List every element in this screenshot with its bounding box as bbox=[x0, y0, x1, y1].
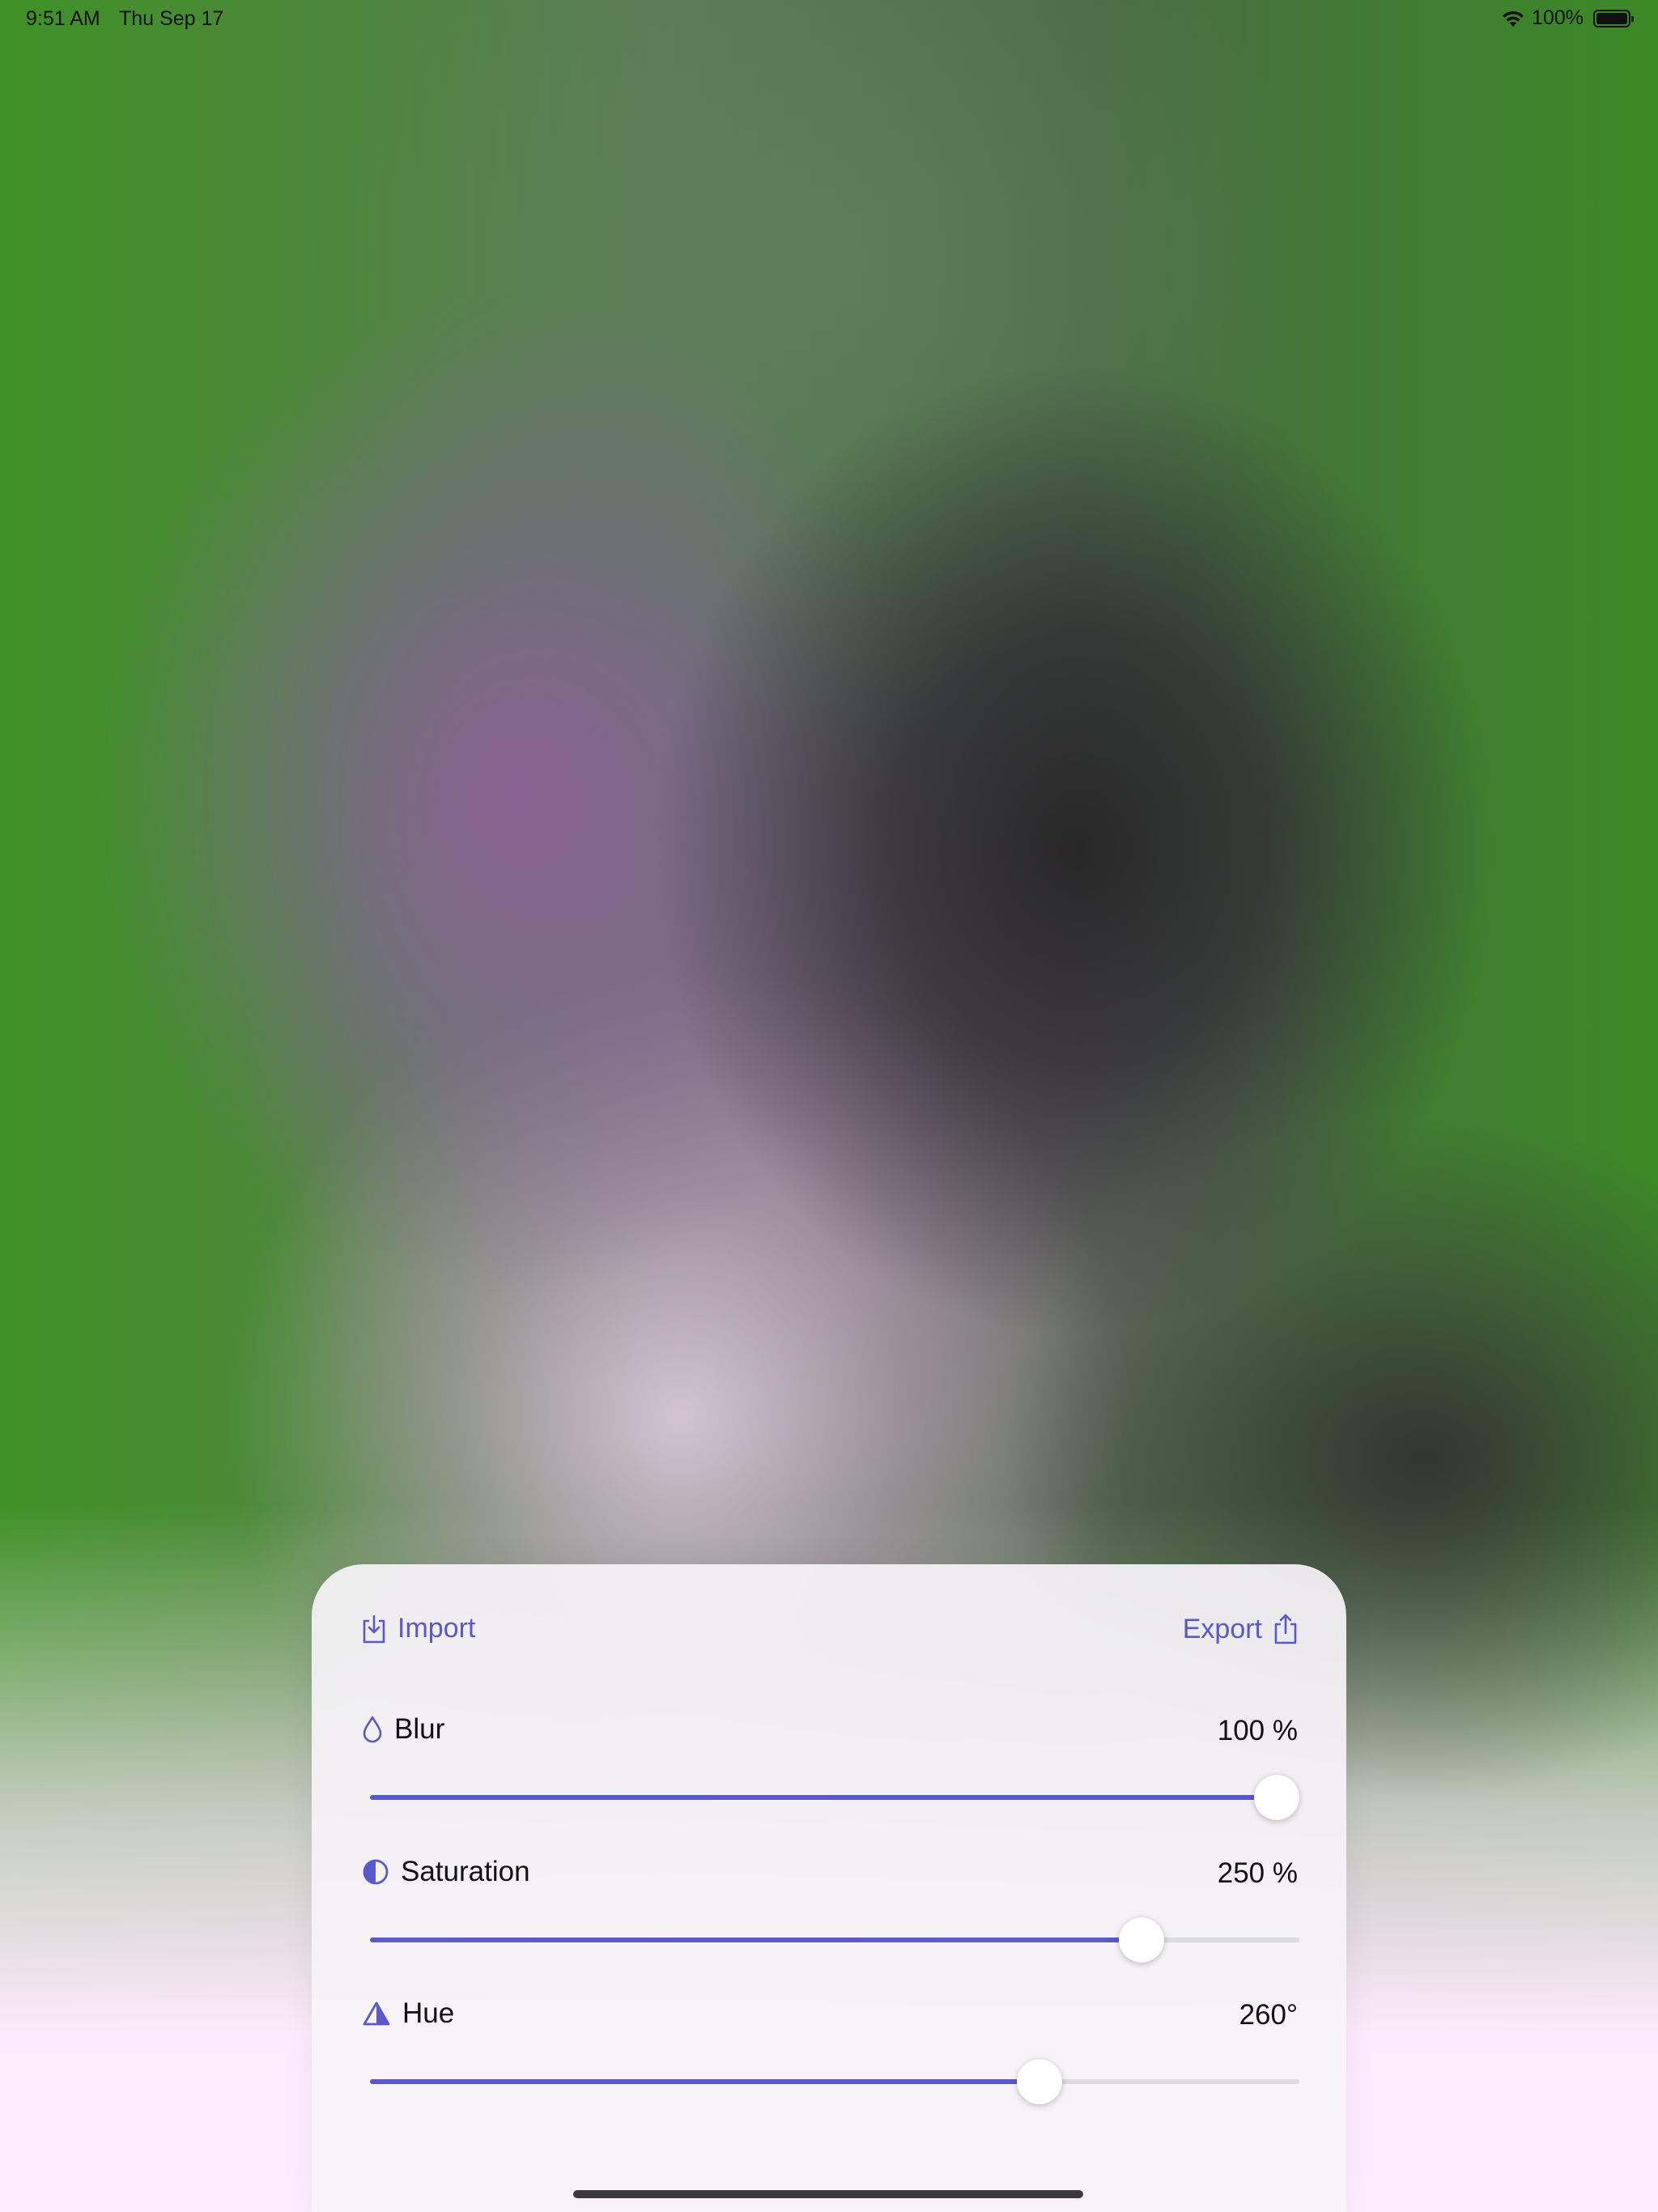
export-label: Export bbox=[1182, 1613, 1262, 1644]
slider-thumb[interactable] bbox=[1016, 2059, 1062, 2104]
blur-slider[interactable] bbox=[370, 1775, 1299, 1820]
hue-value: 260° bbox=[1239, 1999, 1298, 2031]
status-bar: 9:51 AM Thu Sep 17 100% bbox=[0, 0, 1658, 39]
import-label: Import bbox=[397, 1613, 476, 1644]
blur-label-group: Blur bbox=[362, 1713, 444, 1746]
battery-icon bbox=[1593, 9, 1634, 28]
slider-thumb[interactable] bbox=[1118, 1917, 1164, 1963]
drop-icon bbox=[363, 1716, 382, 1743]
slider-fill bbox=[370, 1795, 1277, 1800]
saturation-label: Saturation bbox=[401, 1856, 530, 1887]
export-button[interactable]: Export bbox=[1183, 1613, 1299, 1645]
share-icon bbox=[1274, 1614, 1297, 1644]
blur-value: 100 % bbox=[1217, 1715, 1298, 1746]
saturation-label-group: Saturation bbox=[362, 1856, 530, 1888]
slider-fill bbox=[370, 2079, 1039, 2084]
home-indicator[interactable] bbox=[573, 2190, 1083, 2198]
battery-fill bbox=[1596, 12, 1627, 24]
slider-fill bbox=[370, 1938, 1141, 1942]
status-date: Thu Sep 17 bbox=[119, 7, 224, 30]
adjustments-panel: Import Export Blur 100 % Saturation 250 … bbox=[312, 1564, 1346, 2212]
import-button[interactable]: Import bbox=[360, 1613, 475, 1644]
hue-label: Hue bbox=[402, 1997, 455, 2029]
import-icon bbox=[363, 1614, 385, 1643]
status-indicators: 100% bbox=[1501, 6, 1634, 30]
slider-thumb[interactable] bbox=[1254, 1775, 1299, 1820]
wifi-icon bbox=[1503, 11, 1524, 27]
blur-label: Blur bbox=[394, 1713, 445, 1745]
saturation-value: 250 % bbox=[1217, 1857, 1298, 1889]
hue-slider[interactable] bbox=[370, 2059, 1299, 2104]
status-time: 9:51 AM bbox=[26, 7, 100, 30]
half-circle-icon bbox=[363, 1859, 389, 1885]
triangle-icon bbox=[363, 2001, 390, 2026]
saturation-slider[interactable] bbox=[370, 1917, 1299, 1963]
hue-label-group: Hue bbox=[362, 1997, 454, 2030]
battery-percent: 100% bbox=[1532, 6, 1584, 29]
